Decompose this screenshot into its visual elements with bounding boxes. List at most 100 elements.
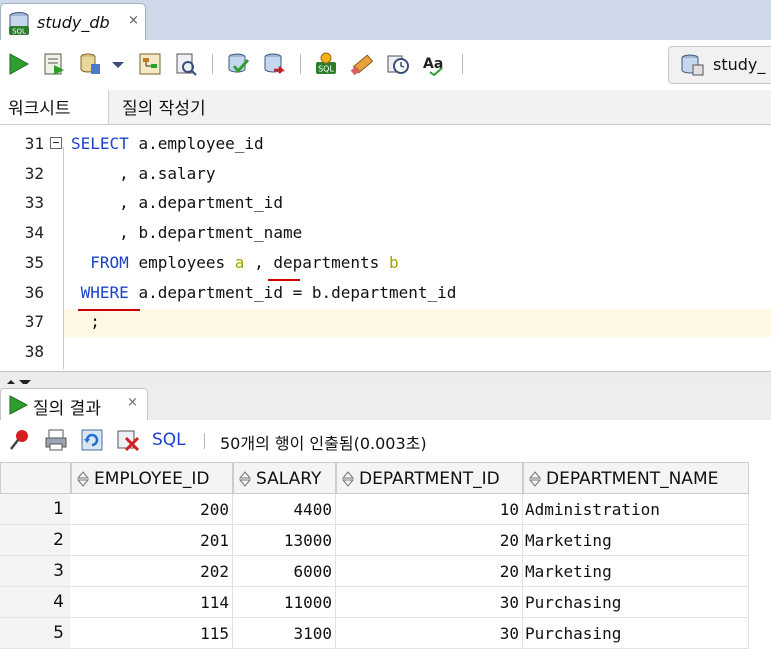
tab-query-result[interactable]: 질의 결과 ×: [0, 388, 148, 421]
code-token: b.department_name: [138, 223, 303, 242]
column-header-label: SALARY: [256, 469, 322, 489]
fold-guide: [63, 147, 64, 369]
tab-query-builder[interactable]: 질의 작성기: [122, 94, 206, 119]
code-token: ;: [90, 312, 100, 331]
sql-link[interactable]: SQL: [152, 430, 186, 450]
document-tab[interactable]: SQL study_db ×: [0, 3, 146, 41]
table-cell[interactable]: 201: [71, 525, 233, 556]
sort-icon: [528, 471, 542, 492]
refresh-icon[interactable]: [80, 428, 104, 456]
column-header-employee-id[interactable]: EMPLOYEE_ID: [71, 462, 233, 494]
history-icon[interactable]: [386, 52, 410, 76]
connection-name: study_: [713, 55, 766, 74]
sort-icon: [76, 471, 90, 492]
table-cell[interactable]: Purchasing: [523, 587, 749, 618]
table-cell[interactable]: 3100: [233, 618, 336, 649]
clear-icon[interactable]: [350, 52, 374, 76]
table-cell[interactable]: 200: [71, 494, 233, 525]
table-cell[interactable]: 13000: [233, 525, 336, 556]
rollback-icon[interactable]: [262, 52, 286, 76]
row-number[interactable]: 3: [0, 556, 70, 587]
table-cell[interactable]: 4400: [233, 494, 336, 525]
column-header-department-id[interactable]: DEPARTMENT_ID: [336, 462, 523, 494]
code-token: =: [292, 283, 303, 302]
dropdown-icon[interactable]: [110, 52, 126, 76]
column-header-salary[interactable]: SALARY: [233, 462, 336, 494]
table-cell[interactable]: 20: [336, 525, 523, 556]
autotrace-icon[interactable]: [78, 52, 102, 76]
table-cell[interactable]: 11000: [233, 587, 336, 618]
table-cell[interactable]: Marketing: [523, 525, 749, 556]
unshared-sql-icon[interactable]: SQL: [314, 52, 338, 76]
close-tab-icon[interactable]: ×: [127, 395, 138, 410]
code-token: a.salary: [138, 164, 216, 183]
table-cell[interactable]: Purchasing: [523, 618, 749, 649]
row-number[interactable]: 1: [0, 494, 70, 525]
line-number-gutter: 31 32 33 34 35 36 37 38: [0, 125, 48, 371]
table-cell[interactable]: 202: [71, 556, 233, 587]
line-number: 34: [24, 223, 44, 242]
table-cell[interactable]: 30: [336, 618, 523, 649]
table-cell[interactable]: 30: [336, 587, 523, 618]
cancel-query-icon[interactable]: [116, 428, 140, 456]
tab-worksheet[interactable]: 워크시트: [0, 90, 109, 124]
table-alias: b: [388, 253, 399, 272]
tab-query-result-label: 질의 결과: [33, 399, 101, 419]
run-result-icon: [8, 395, 29, 419]
code-token: a.department_id: [138, 193, 283, 212]
worksheet-tab-bar: 워크시트 질의 작성기: [0, 90, 771, 125]
table-cell[interactable]: 10: [336, 494, 523, 525]
commit-icon[interactable]: [226, 52, 250, 76]
column-header-department-name[interactable]: DEPARTMENT_NAME: [523, 462, 749, 494]
pin-icon[interactable]: [8, 428, 32, 456]
table-cell[interactable]: 115: [71, 618, 233, 649]
row-number[interactable]: 5: [0, 618, 70, 649]
sql-tuning-icon[interactable]: [174, 52, 198, 76]
error-underline: [78, 309, 140, 311]
toolbar-separator: [300, 54, 301, 74]
connection-selector[interactable]: study_: [668, 46, 771, 84]
print-icon[interactable]: [44, 428, 68, 456]
code-token: departments: [273, 253, 380, 272]
tab-worksheet-label: 워크시트: [8, 99, 71, 119]
code-token: ,: [119, 164, 129, 183]
table-cell[interactable]: 6000: [233, 556, 336, 587]
fold-collapse-icon[interactable]: [50, 137, 62, 149]
sql-editor[interactable]: 31 32 33 34 35 36 37 38 SELECT a.employe…: [0, 125, 771, 371]
table-cell[interactable]: 20: [336, 556, 523, 587]
code-line: ;: [71, 312, 100, 331]
row-number[interactable]: 2: [0, 525, 70, 556]
panel-splitter[interactable]: [0, 371, 771, 386]
line-number: 36: [24, 283, 44, 302]
row-number[interactable]: 4: [0, 587, 70, 618]
format-case-icon[interactable]: Aa: [422, 52, 446, 77]
code-token: ,: [254, 253, 264, 272]
close-tab-icon[interactable]: ×: [128, 13, 139, 28]
table-cell[interactable]: 114: [71, 587, 233, 618]
table-cell[interactable]: Administration: [523, 494, 749, 525]
run-statement-icon[interactable]: [6, 52, 30, 76]
fetch-status: 50개의 행이 인출됨(0.003초): [220, 434, 427, 453]
explain-plan-icon[interactable]: [138, 52, 162, 76]
code-line: , b.department_name: [71, 223, 302, 242]
sort-icon: [341, 471, 355, 492]
run-script-icon[interactable]: [42, 52, 66, 76]
line-number: 35: [24, 253, 44, 272]
code-token: a.employee_id: [138, 134, 264, 153]
grid-corner: [0, 462, 71, 494]
line-number: 38: [24, 342, 44, 361]
table-cell[interactable]: Marketing: [523, 556, 749, 587]
column-header-label: EMPLOYEE_ID: [94, 469, 210, 489]
code-token: ,: [119, 193, 129, 212]
